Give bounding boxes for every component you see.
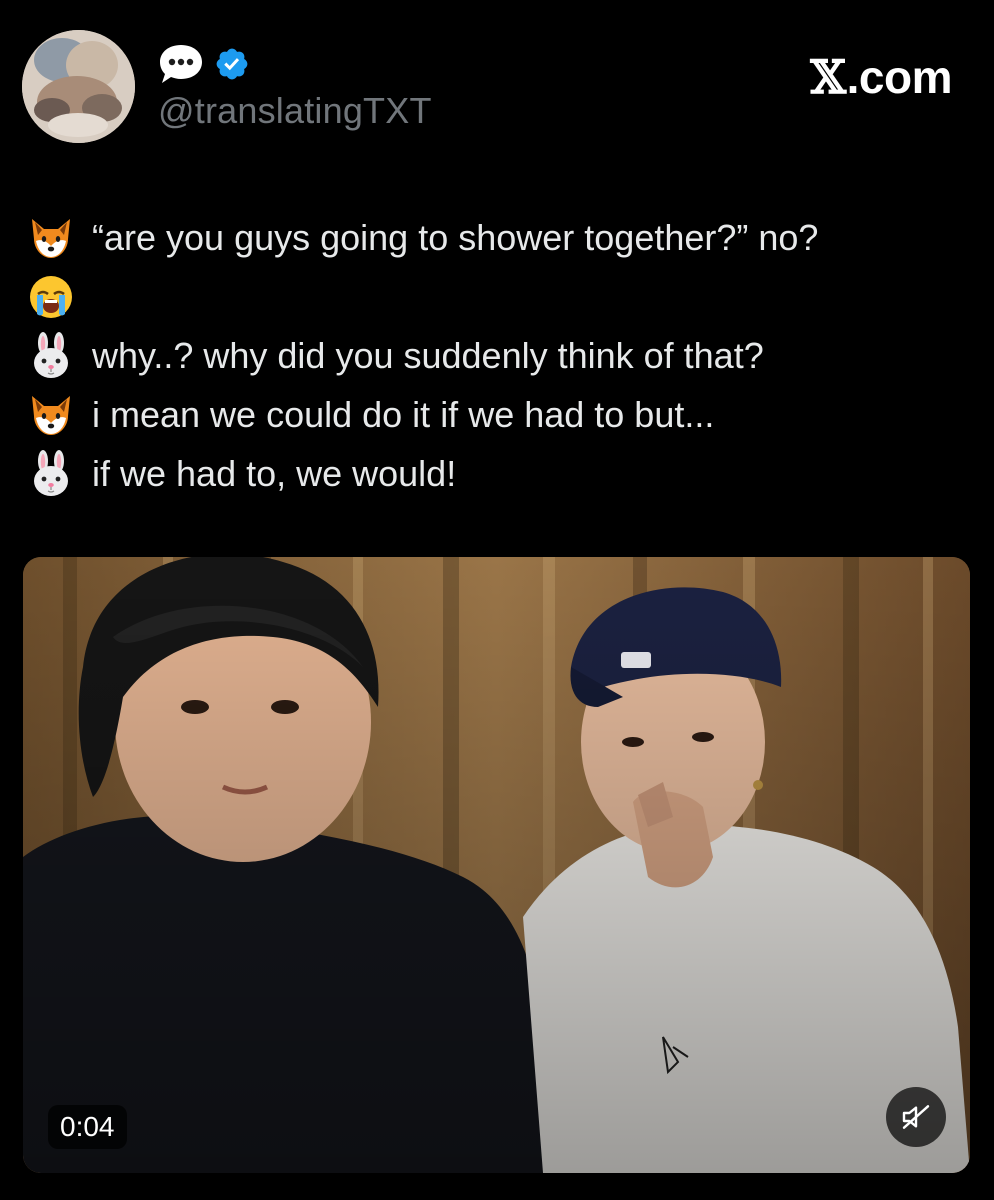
- user-handle[interactable]: @translatingTXT: [158, 90, 432, 132]
- crying-face-emoji-icon: [30, 275, 72, 318]
- rabbit-emoji-icon: [34, 331, 68, 378]
- muted-speaker-icon: [902, 1105, 930, 1129]
- tweet-line: why..? why did you suddenly think of tha…: [26, 326, 976, 385]
- tweet-line-text: i mean we could do it if we had to but..…: [92, 393, 715, 435]
- tweet-line: [26, 267, 976, 326]
- brand-logo: 𝕏.com: [810, 50, 952, 104]
- mute-button[interactable]: [886, 1087, 946, 1147]
- fox-emoji-icon: [32, 218, 70, 258]
- video-timestamp: 0:04: [48, 1105, 127, 1149]
- fox-emoji-icon: [32, 395, 70, 435]
- tweet-line: i mean we could do it if we had to but..…: [26, 385, 976, 444]
- x-logo-icon: 𝕏: [810, 50, 846, 104]
- rabbit-emoji-icon: [34, 449, 68, 496]
- brand-domain: .com: [846, 51, 953, 103]
- tweet-line: “are you guys going to shower together?”…: [26, 208, 976, 267]
- tweet-line-text: if we had to, we would!: [92, 452, 457, 494]
- video-player[interactable]: 0:04: [23, 557, 970, 1173]
- tweet-line-text: “are you guys going to shower together?”…: [92, 216, 819, 258]
- tweet-line-text: why..? why did you suddenly think of tha…: [92, 334, 764, 376]
- verified-badge-icon: [216, 48, 248, 80]
- video-frame: [23, 557, 970, 1173]
- speech-bubble-icon: [160, 45, 202, 83]
- avatar[interactable]: [22, 30, 135, 143]
- display-name[interactable]: [158, 42, 250, 86]
- tweet-line: if we had to, we would!: [26, 444, 976, 503]
- tweet-text: “are you guys going to shower together?”…: [26, 208, 976, 503]
